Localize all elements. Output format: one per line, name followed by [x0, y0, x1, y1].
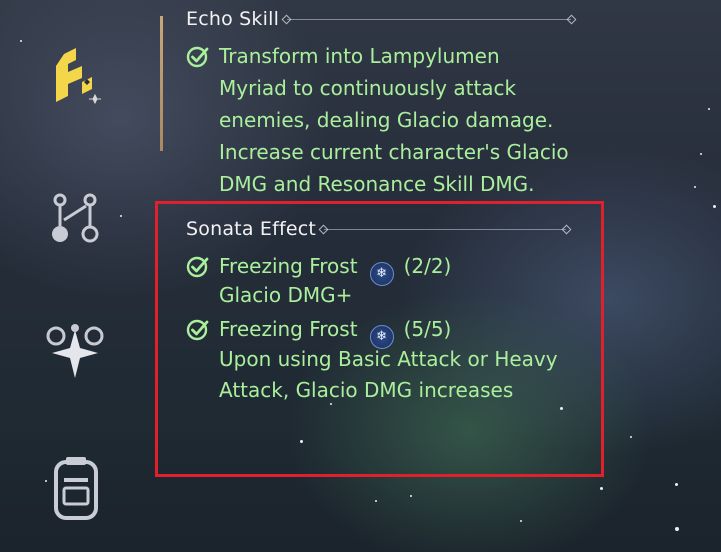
device-icon[interactable]	[50, 456, 102, 522]
nodes-icon[interactable]	[48, 190, 104, 246]
sonata-flower-icon[interactable]	[42, 322, 108, 384]
echo-skill-line: DMG and Resonance Skill DMG.	[219, 172, 535, 196]
effect-count: (2/2)	[403, 254, 452, 278]
echo-skill-header: Echo Skill	[186, 8, 572, 30]
echo-skill-line: Transform into Lampylumen	[219, 44, 500, 68]
effect-description: Attack, Glacio DMG increases	[219, 378, 514, 402]
check-icon	[186, 256, 209, 278]
sonata-effect-header: Sonata Effect	[186, 218, 567, 240]
header-divider	[287, 18, 572, 20]
rail-divider	[160, 16, 163, 151]
effect-description: Upon using Basic Attack or Heavy	[219, 347, 558, 371]
echo-skill-title: Echo Skill	[186, 8, 280, 30]
effect-description: Glacio DMG+	[219, 283, 353, 307]
echo-skill-icon[interactable]	[48, 44, 104, 108]
echo-skill-line: Increase current character's Glacio	[219, 140, 569, 164]
snowflake-icon: ❄	[369, 262, 394, 286]
check-icon	[186, 319, 209, 341]
echo-skill-line: enemies, dealing Glacio damage.	[219, 108, 554, 132]
echo-skill-line: Myriad to continuously attack	[219, 76, 517, 100]
effect-name: Freezing Frost	[219, 317, 358, 341]
header-divider	[324, 228, 567, 230]
effect-name: Freezing Frost	[219, 254, 358, 278]
effect-count: (5/5)	[403, 317, 452, 341]
sonata-effect-title: Sonata Effect	[186, 218, 317, 240]
check-icon	[186, 46, 209, 68]
